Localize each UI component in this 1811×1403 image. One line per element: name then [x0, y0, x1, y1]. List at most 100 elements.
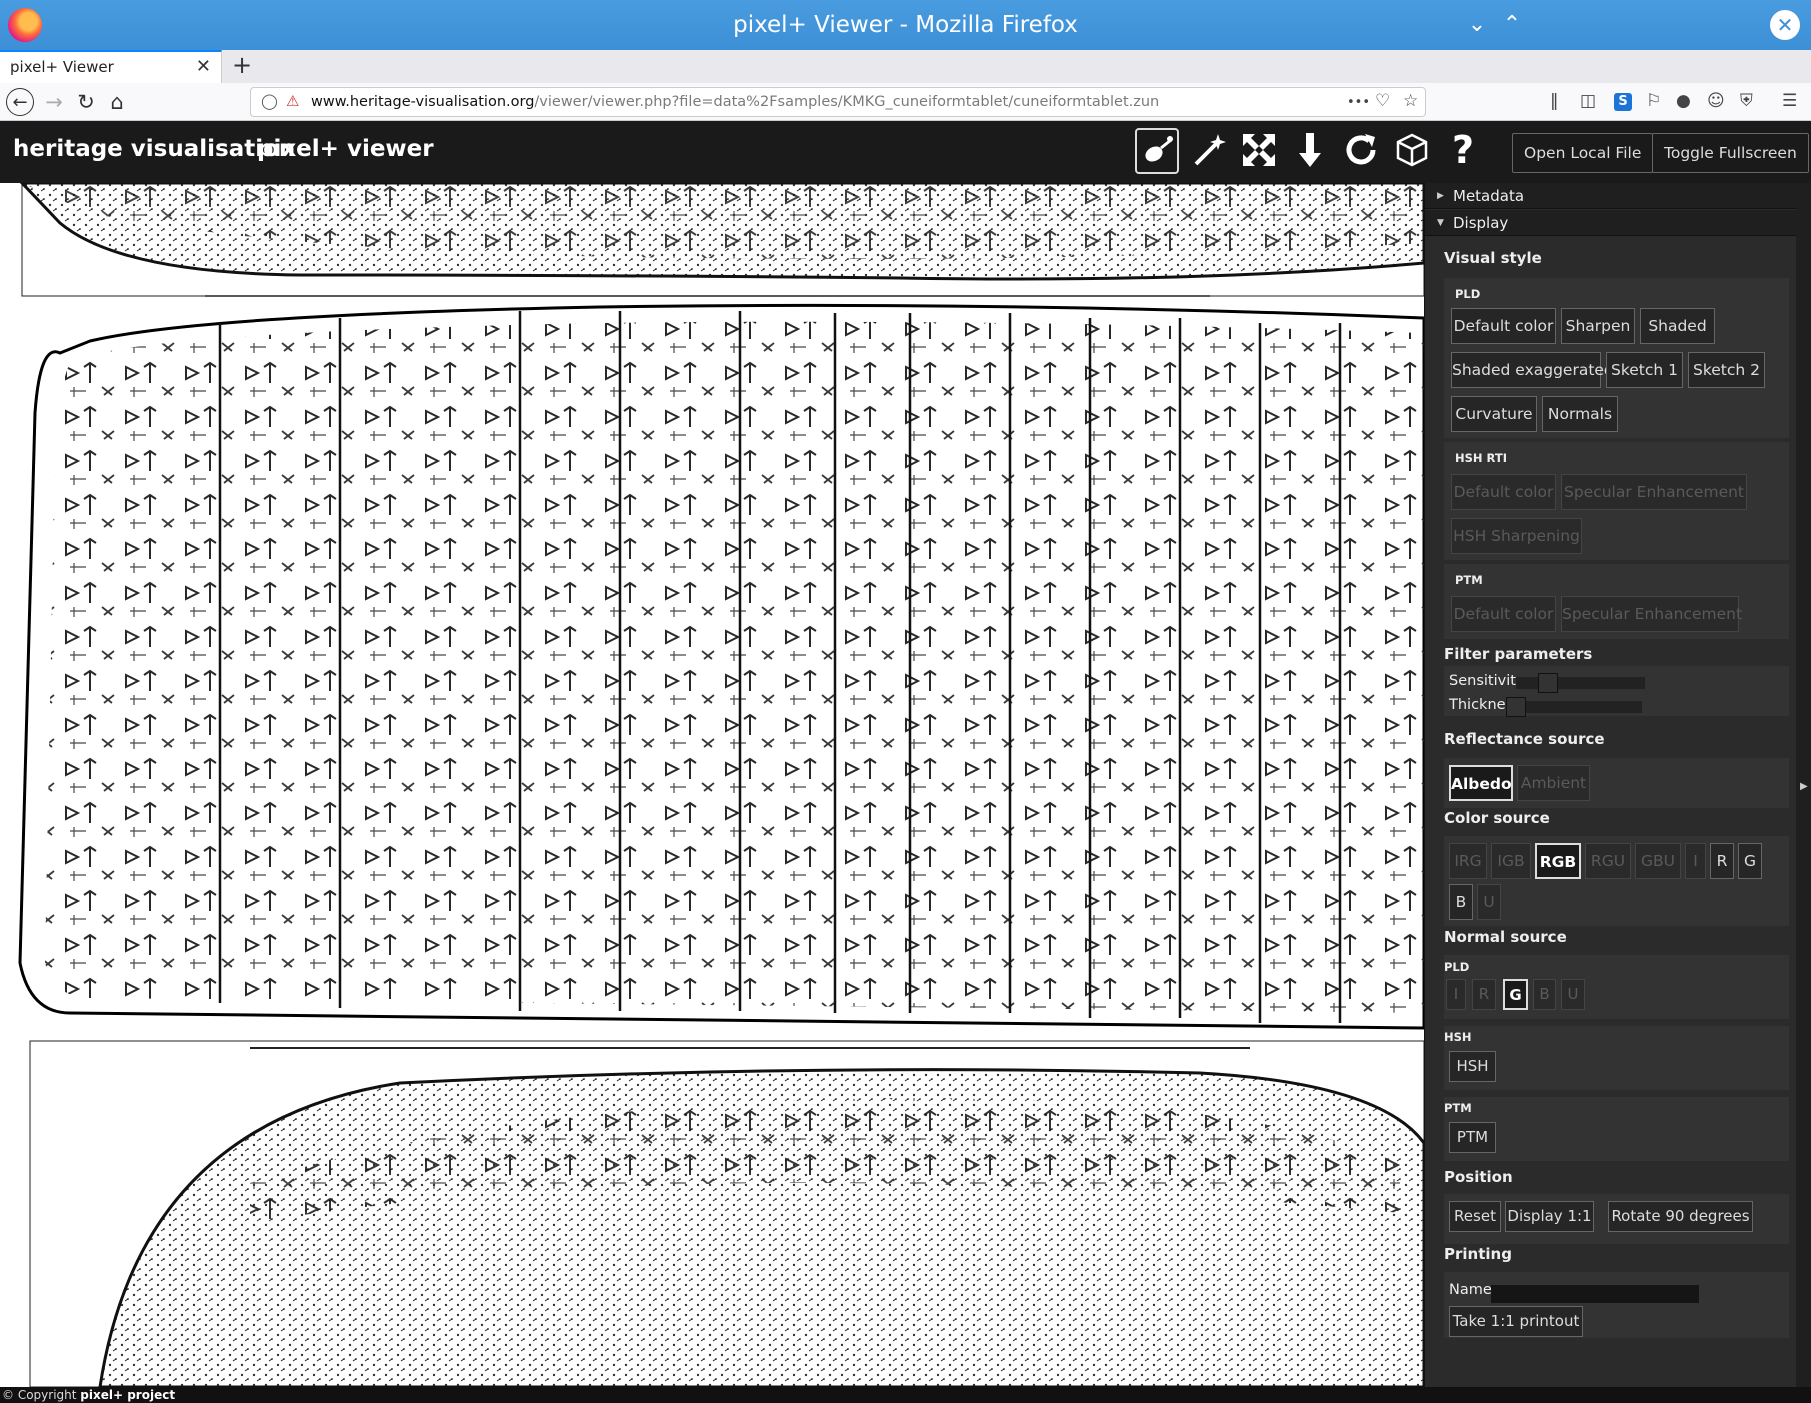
- sensitivity-slider-knob[interactable]: [1537, 673, 1558, 693]
- normal-r-button[interactable]: R: [1472, 979, 1496, 1010]
- ptm-style-group: PTM Default color Specular Enhancement: [1444, 564, 1789, 639]
- rotate-icon[interactable]: [1339, 128, 1383, 174]
- sensitivity-slider[interactable]: [1516, 673, 1645, 693]
- pocket-icon[interactable]: ♡: [1375, 91, 1390, 111]
- tab-close-icon[interactable]: ✕: [196, 56, 211, 77]
- normal-g-button[interactable]: G: [1503, 979, 1528, 1010]
- hsh-specular-enhancement-button[interactable]: Specular Enhancement: [1561, 474, 1747, 510]
- help-icon[interactable]: ?: [1441, 128, 1485, 174]
- ambient-button[interactable]: Ambient: [1517, 765, 1590, 801]
- reset-position-button[interactable]: Reset: [1449, 1201, 1501, 1232]
- normal-b-button[interactable]: B: [1533, 979, 1556, 1010]
- albedo-button[interactable]: Albedo: [1449, 765, 1513, 801]
- pld-sketch2-button[interactable]: Sketch 2: [1688, 352, 1765, 388]
- ptm-specular-enhancement-button[interactable]: Specular Enhancement: [1561, 596, 1742, 632]
- color-gbu-button[interactable]: GBU: [1635, 843, 1681, 879]
- panel-scrollbar[interactable]: ▶: [1796, 183, 1811, 1387]
- normal-hsh-label: HSH: [1444, 1030, 1472, 1044]
- thickness-slider-knob[interactable]: [1506, 697, 1526, 717]
- fit-expand-icon[interactable]: [1237, 128, 1281, 174]
- library-icon[interactable]: ‖: [1550, 91, 1559, 111]
- account-icon[interactable]: ☺: [1707, 91, 1725, 111]
- copyright-text: © Copyright: [2, 1388, 77, 1402]
- printing-heading: Printing: [1444, 1245, 1512, 1263]
- pld-sharpen-button[interactable]: Sharpen: [1561, 308, 1635, 344]
- tab-strip: pixel+ Viewer ✕ +: [0, 50, 1811, 83]
- shield-icon[interactable]: ◯: [261, 92, 278, 110]
- ublock-shield-icon[interactable]: ⛨: [1740, 91, 1753, 111]
- pld-sketch1-button[interactable]: Sketch 1: [1606, 352, 1683, 388]
- forward-icon[interactable]: →: [40, 88, 68, 116]
- sensitivity-label: Sensitivity: [1449, 673, 1525, 689]
- window-titlebar: pixel+ Viewer - Mozilla Firefox ⌄ ⌃ ✕: [0, 0, 1811, 50]
- menu-icon[interactable]: ☰: [1782, 91, 1797, 111]
- color-source-heading: Color source: [1444, 809, 1550, 827]
- image-viewer-canvas[interactable]: [0, 183, 1424, 1387]
- pld-label: PLD: [1455, 287, 1481, 301]
- new-tab-button[interactable]: +: [232, 51, 252, 79]
- bookmark-star-icon[interactable]: ☆: [1403, 91, 1418, 111]
- url-text[interactable]: www.heritage-visualisation.org/viewer/vi…: [311, 94, 1159, 110]
- rotate-90-button[interactable]: Rotate 90 degrees: [1608, 1201, 1753, 1232]
- color-rgb-button[interactable]: RGB: [1535, 843, 1581, 879]
- metadata-section-header[interactable]: ▶ Metadata: [1425, 183, 1797, 209]
- take-printout-button[interactable]: Take 1:1 printout: [1449, 1306, 1583, 1337]
- download-arrow-icon[interactable]: [1288, 128, 1332, 174]
- insecure-lock-icon[interactable]: ⚠: [286, 92, 299, 110]
- pld-curvature-button[interactable]: Curvature: [1451, 396, 1537, 432]
- pld-default-color-button[interactable]: Default color: [1451, 308, 1556, 344]
- light-mouse-tool-icon[interactable]: [1135, 128, 1179, 174]
- color-rgu-button[interactable]: RGU: [1585, 843, 1631, 879]
- normal-i-button[interactable]: I: [1446, 979, 1466, 1010]
- hsh-default-color-button[interactable]: Default color: [1451, 474, 1556, 510]
- display-section-header[interactable]: ▼ Display: [1425, 210, 1797, 236]
- extension-s-icon[interactable]: S: [1614, 93, 1632, 111]
- toggle-fullscreen-button[interactable]: Toggle Fullscreen: [1652, 133, 1809, 173]
- home-icon[interactable]: ⌂: [103, 88, 131, 116]
- normal-u-button[interactable]: U: [1561, 979, 1585, 1010]
- color-g-button[interactable]: G: [1738, 843, 1762, 879]
- hsh-sharpening-button[interactable]: HSH Sharpening: [1451, 518, 1582, 554]
- back-icon[interactable]: ←: [6, 88, 34, 116]
- normal-ptm-group: PTM PTM: [1444, 1097, 1789, 1161]
- print-name-input[interactable]: [1491, 1285, 1699, 1303]
- thickness-slider[interactable]: [1506, 697, 1642, 717]
- normal-hsh-button[interactable]: HSH: [1449, 1051, 1496, 1082]
- sidebar-icon[interactable]: ◫: [1580, 91, 1596, 111]
- print-name-label: Name:: [1449, 1282, 1497, 1298]
- hsh-rti-style-group: HSH RTI Default color Specular Enhanceme…: [1444, 442, 1789, 560]
- close-window-icon[interactable]: ✕: [1770, 10, 1800, 40]
- url-bar[interactable]: ◯ ⚠ www.heritage-visualisation.org/viewe…: [250, 87, 1426, 117]
- minimize-icon[interactable]: ⌄: [1462, 10, 1492, 40]
- color-i-button[interactable]: I: [1685, 843, 1706, 879]
- normal-source-heading: Normal source: [1444, 928, 1567, 946]
- tab-pixel-viewer[interactable]: pixel+ Viewer ✕: [0, 50, 222, 83]
- cuneiform-tablet-image[interactable]: [0, 183, 1424, 1387]
- brand-link[interactable]: heritage visualisation: [13, 136, 295, 162]
- display-1-1-button[interactable]: Display 1:1: [1505, 1201, 1594, 1232]
- extension-circle-icon[interactable]: ●: [1676, 91, 1691, 111]
- color-igb-button[interactable]: IGB: [1491, 843, 1531, 879]
- color-b-button[interactable]: B: [1449, 884, 1473, 920]
- normal-pld-group: PLD I R G B U: [1444, 955, 1789, 1019]
- pld-normals-button[interactable]: Normals: [1542, 396, 1618, 432]
- scroll-arrow-icon[interactable]: ▶: [1800, 781, 1808, 792]
- color-source-group: IRG IGB RGB RGU GBU I R G B U: [1444, 836, 1789, 926]
- open-local-file-button[interactable]: Open Local File: [1512, 133, 1654, 173]
- pld-shaded-exaggerated-button[interactable]: Shaded exaggerated: [1451, 352, 1614, 388]
- magic-wand-icon[interactable]: [1186, 128, 1230, 174]
- pld-shaded-button[interactable]: Shaded: [1640, 308, 1715, 344]
- color-u-button[interactable]: U: [1477, 884, 1501, 920]
- project-link[interactable]: pixel+ project: [80, 1388, 175, 1402]
- color-irg-button[interactable]: IRG: [1449, 843, 1487, 879]
- maximize-icon[interactable]: ⌃: [1497, 10, 1527, 40]
- app-title[interactable]: pixel+ viewer: [257, 136, 434, 162]
- 3d-box-icon[interactable]: [1390, 128, 1434, 174]
- extension-notify-icon[interactable]: ⚐: [1646, 91, 1661, 111]
- normal-ptm-button[interactable]: PTM: [1449, 1122, 1496, 1153]
- reload-icon[interactable]: ↻: [72, 88, 100, 116]
- visual-style-heading: Visual style: [1444, 249, 1542, 267]
- page-actions-icon[interactable]: •••: [1347, 95, 1370, 110]
- ptm-default-color-button[interactable]: Default color: [1451, 596, 1556, 632]
- color-r-button[interactable]: R: [1710, 843, 1734, 879]
